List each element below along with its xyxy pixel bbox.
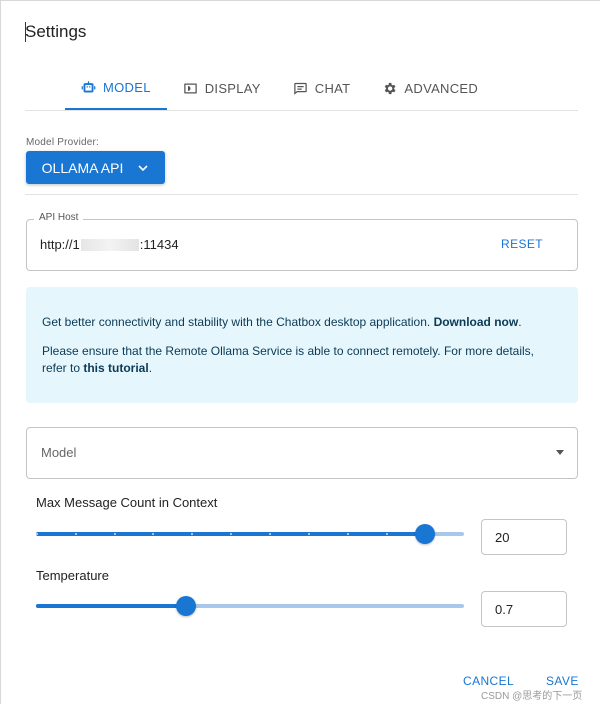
slider-tick [191, 533, 193, 535]
cancel-button[interactable]: CANCEL [463, 674, 514, 688]
gear-icon [385, 82, 396, 95]
settings-dialog: Settings MODEL DISPLAY CHAT ADVANCED Mod… [0, 0, 600, 704]
info-desktop-text: Get better connectivity and stability wi… [42, 315, 431, 329]
temperature-slider-thumb[interactable] [175, 596, 196, 616]
model-select[interactable]: Model [26, 427, 578, 479]
info-line-1: Get better connectivity and stability wi… [42, 314, 522, 331]
tab-chat-label: CHAT [314, 81, 351, 96]
tab-model[interactable]: MODEL [65, 67, 167, 110]
tabs-divider [25, 110, 578, 111]
info-alert: Get better connectivity and stability wi… [26, 287, 578, 403]
tab-advanced-label: ADVANCED [404, 81, 479, 96]
watermark: CSDN @思考的下一页 [481, 691, 583, 702]
api-host-input[interactable]: http://1 :11434 [40, 237, 179, 252]
api-host-legend: API Host [34, 212, 84, 223]
slider-tick [114, 533, 116, 535]
info-line-3-end: . [148, 361, 153, 375]
temperature-slider[interactable] [36, 596, 464, 616]
info-line-1-end: . [518, 315, 522, 329]
temperature-slider-fill [36, 604, 186, 608]
temperature-label: Temperature [36, 568, 109, 583]
model-provider-value: OLLAMA API [41, 159, 124, 176]
settings-tabs: MODEL DISPLAY CHAT ADVANCED [65, 67, 494, 110]
max-message-label: Max Message Count in Context [36, 495, 218, 510]
redacted-address [80, 238, 139, 251]
slider-tick [230, 533, 232, 535]
dialog-title: Settings [25, 22, 87, 41]
reset-button[interactable]: RESET [501, 237, 543, 251]
tab-model-label: MODEL [103, 80, 151, 95]
slider-tick [269, 533, 271, 535]
tab-display-label: DISPLAY [204, 81, 261, 96]
dropdown-arrow-icon [556, 450, 564, 455]
api-host-prefix: http://1 [40, 237, 80, 252]
tutorial-link[interactable]: this tutorial [83, 361, 148, 375]
model-provider-label: Model Provider: [26, 137, 100, 148]
slider-tick [308, 533, 310, 535]
tab-advanced[interactable]: ADVANCED [366, 67, 494, 110]
max-message-input[interactable]: 20 [481, 519, 567, 555]
slider-tick [347, 533, 349, 535]
api-host-suffix: :11434 [139, 237, 179, 252]
robot-icon [81, 81, 96, 93]
chat-icon [294, 82, 307, 95]
info-line-2: Please ensure that the Remote Ollama Ser… [42, 344, 535, 358]
slider-tick [75, 533, 77, 535]
temperature-input[interactable]: 0.7 [481, 591, 567, 627]
model-select-placeholder: Model [41, 445, 77, 460]
slider-tick [386, 533, 388, 535]
info-line-3: refer to this tutorial. [42, 360, 152, 377]
tab-display[interactable]: DISPLAY [167, 67, 277, 110]
max-message-slider[interactable] [36, 524, 464, 544]
download-now-link[interactable]: Download now [434, 315, 519, 329]
chevron-down-icon [138, 164, 148, 171]
info-refer-text: refer to [42, 361, 81, 375]
text-cursor [25, 22, 26, 42]
slider-tick [152, 533, 154, 535]
model-provider-dropdown[interactable]: OLLAMA API [26, 151, 165, 184]
tab-chat[interactable]: CHAT [277, 67, 367, 110]
display-icon [183, 83, 197, 94]
slider-tick [36, 533, 38, 535]
save-button[interactable]: SAVE [546, 674, 579, 688]
section-divider [25, 194, 578, 195]
max-message-slider-thumb[interactable] [415, 524, 436, 544]
